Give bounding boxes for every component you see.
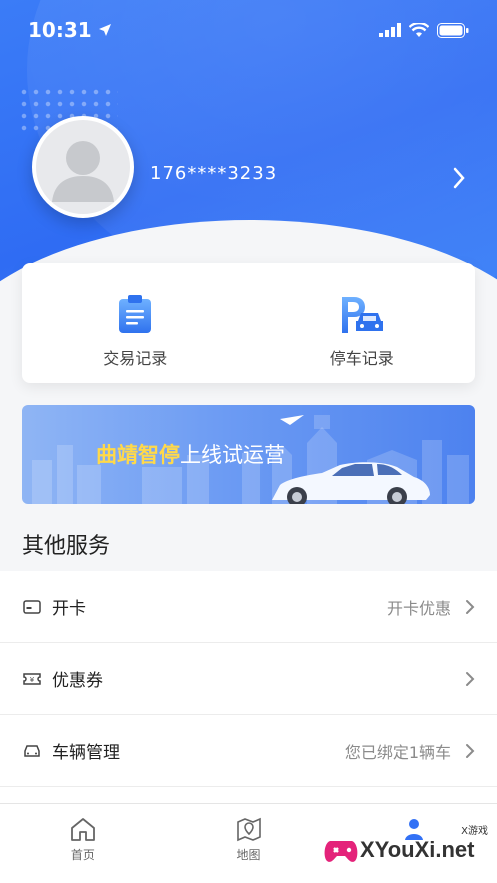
watermark-logo: XYouXi.net X游戏	[322, 822, 492, 878]
tab-map[interactable]: 地图	[166, 804, 332, 883]
service-list: 开卡 开卡优惠 ¥ 优惠券 车辆管理 您已绑定1辆车	[0, 571, 497, 807]
chevron-right-icon	[466, 743, 475, 758]
user-phone-number[interactable]: 176****3233	[150, 163, 277, 184]
service-label: 优惠券	[52, 671, 103, 691]
service-value: 您已绑定1辆车	[344, 742, 451, 762]
battery-icon	[437, 22, 469, 38]
watermark-text: XYouXi.net	[360, 837, 475, 862]
svg-text:¥: ¥	[30, 676, 35, 684]
service-row-open-card[interactable]: 开卡 开卡优惠	[0, 571, 497, 643]
parking-records-button[interactable]: 停车记录	[249, 263, 476, 383]
tab-label: 地图	[236, 848, 261, 862]
service-label: 车辆管理	[52, 743, 120, 763]
wifi-icon	[409, 22, 429, 37]
record-label: 交易记录	[103, 349, 168, 368]
promo-banner[interactable]: 曲靖智停上线试运营	[22, 405, 475, 504]
user-silhouette-icon	[52, 141, 114, 202]
banner-headline: 曲靖智停上线试运营	[96, 443, 285, 467]
chevron-right-icon	[466, 671, 475, 686]
chevron-right-icon[interactable]	[452, 166, 466, 190]
transaction-records-button[interactable]: 交易记录	[22, 263, 249, 383]
section-title-other-services: 其他服务	[22, 534, 111, 559]
service-value: 开卡优惠	[386, 598, 451, 618]
service-label: 开卡	[52, 599, 86, 619]
parking-car-icon	[341, 297, 383, 333]
card-icon	[22, 597, 42, 617]
coupon-icon: ¥	[22, 669, 42, 689]
service-row-vehicle-management[interactable]: 车辆管理 您已绑定1辆车	[0, 715, 497, 787]
clipboard-icon	[119, 295, 152, 333]
map-pin-icon	[236, 817, 261, 842]
avatar[interactable]	[32, 116, 134, 218]
home-icon	[70, 818, 95, 841]
records-card: 交易记录 停车记录	[22, 263, 475, 383]
tab-label: 首页	[70, 848, 95, 862]
location-arrow-icon	[98, 24, 111, 36]
status-bar: 10:31	[0, 0, 497, 60]
car-icon	[22, 741, 42, 761]
service-row-coupons[interactable]: ¥ 优惠券	[0, 643, 497, 715]
status-time: 10:31	[28, 18, 112, 42]
record-label: 停车记录	[329, 349, 394, 368]
signal-icon	[379, 23, 401, 37]
gamepad-logo-icon	[324, 841, 358, 862]
watermark-small-text: X游戏	[461, 826, 488, 837]
chevron-right-icon	[466, 599, 475, 614]
tab-home[interactable]: 首页	[0, 804, 166, 883]
